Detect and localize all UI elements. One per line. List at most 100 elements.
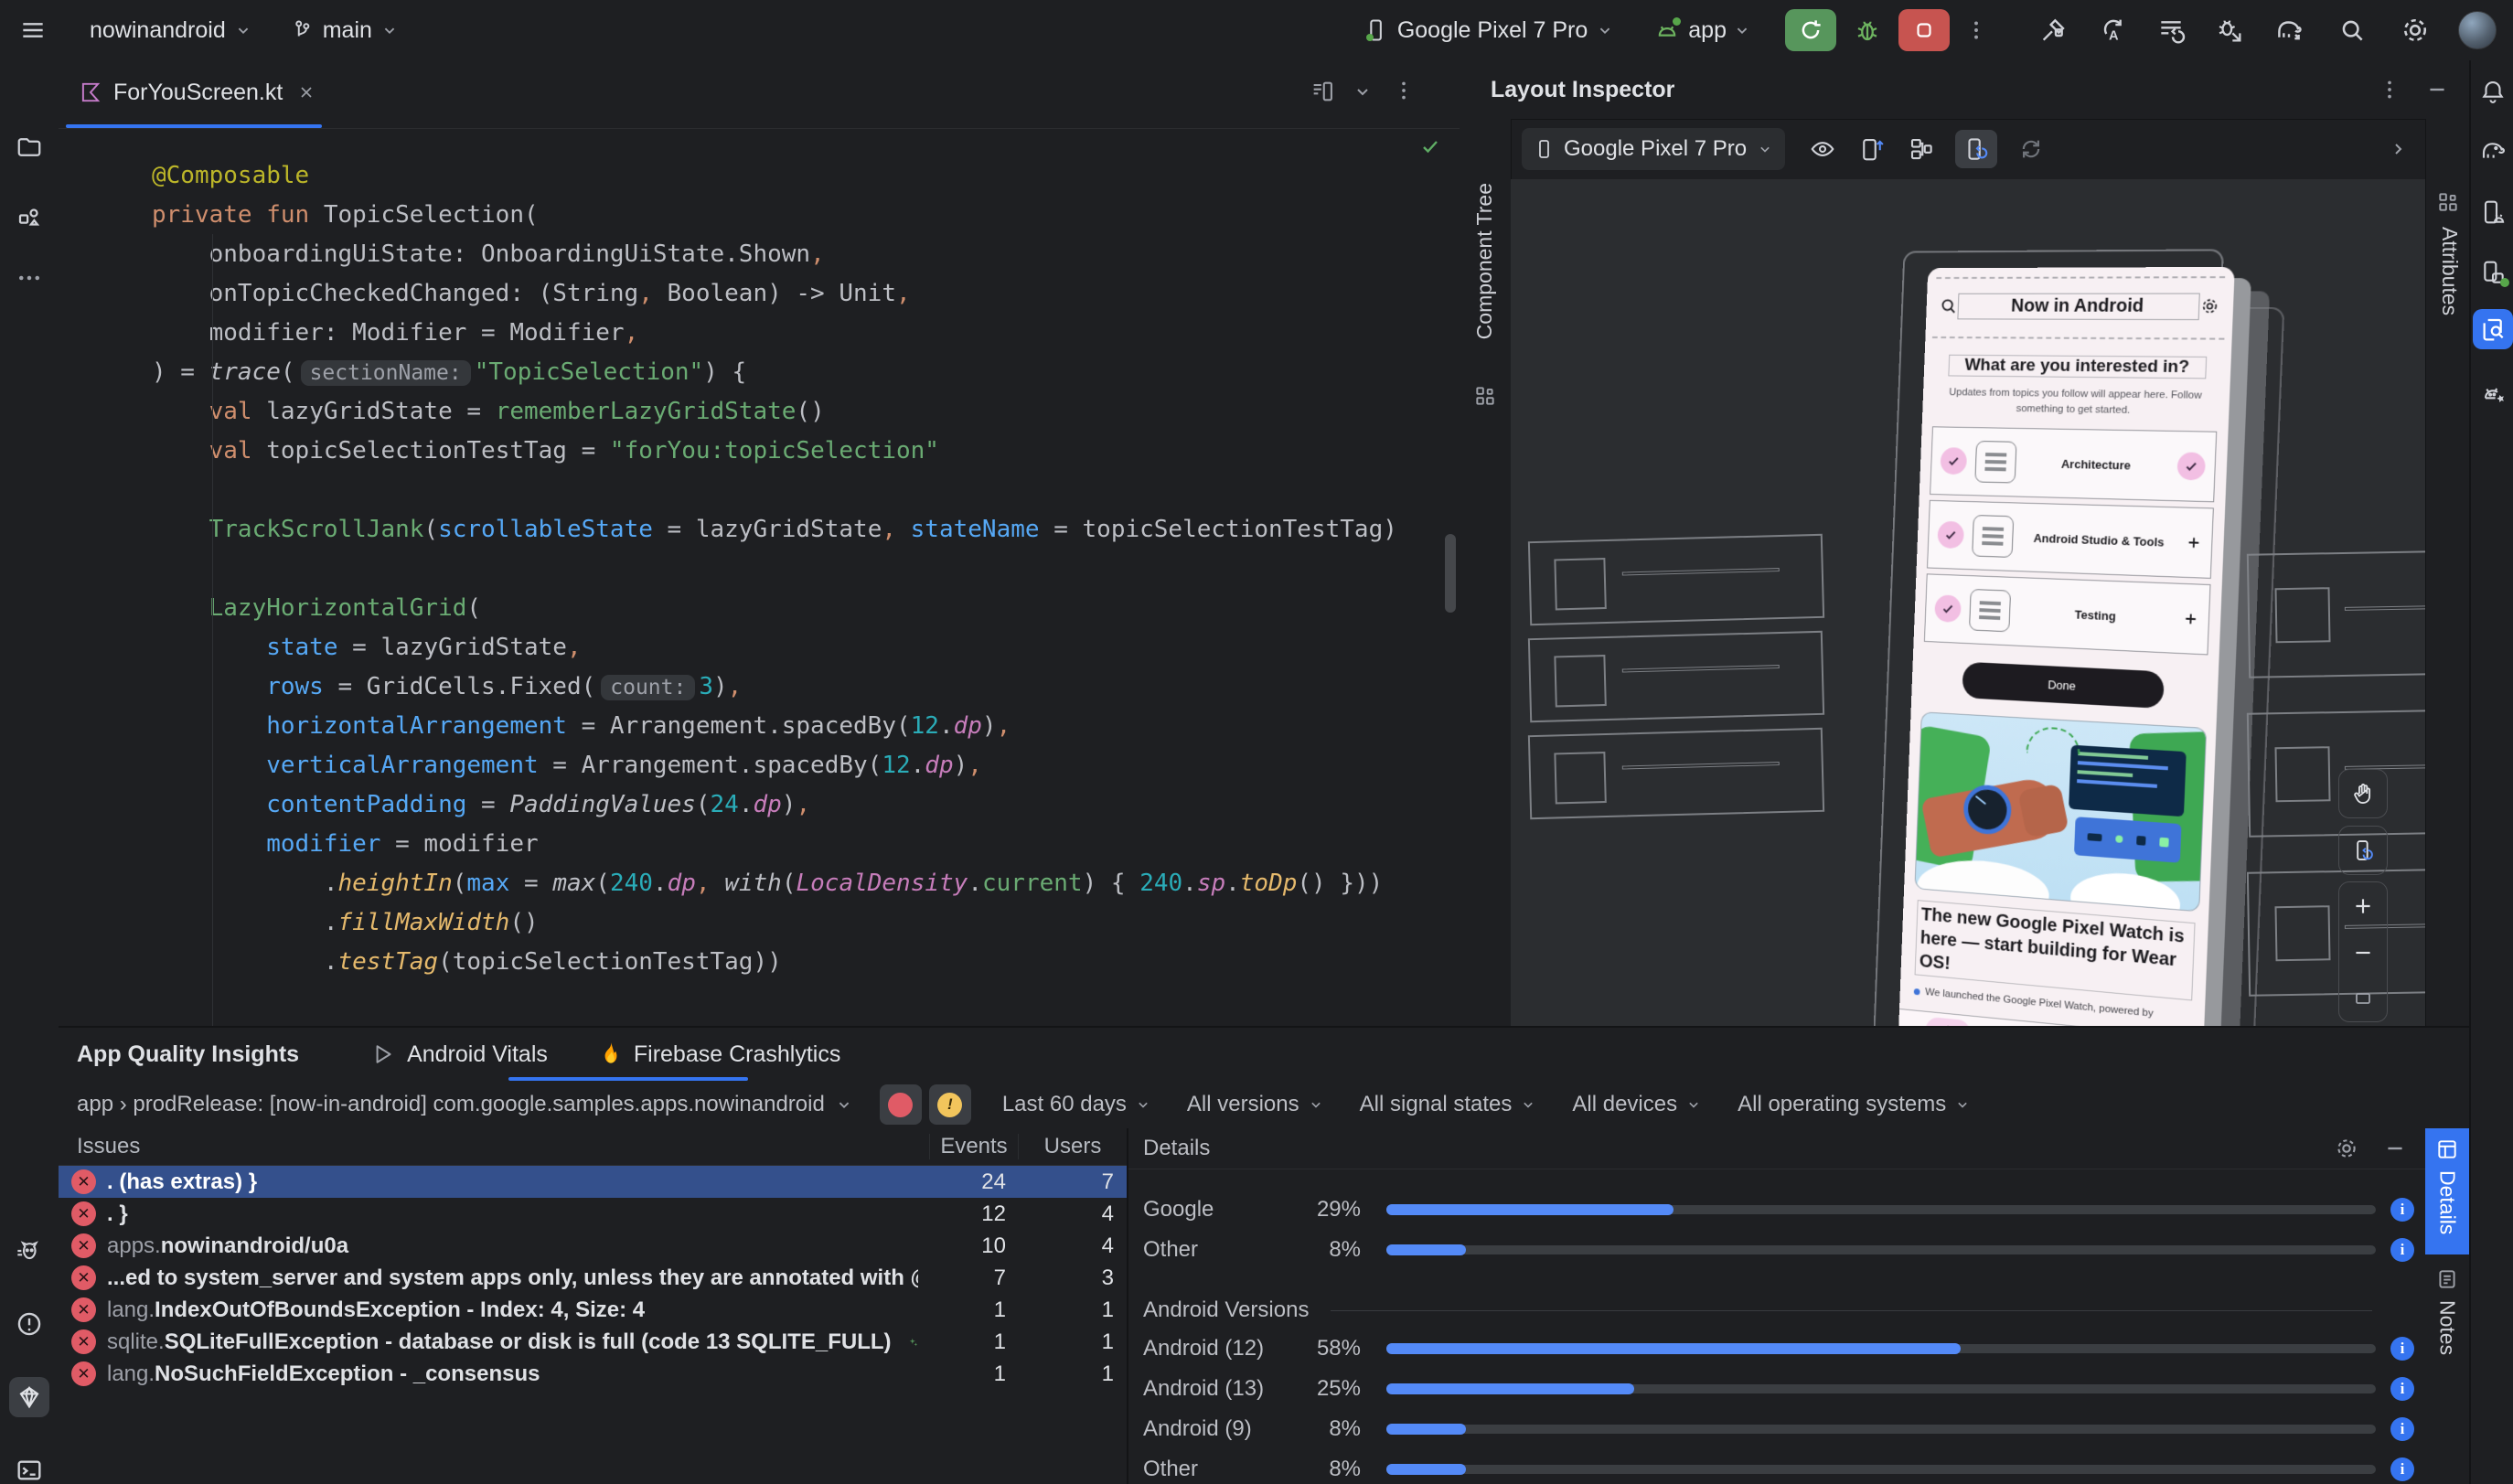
chevron-down-icon[interactable] — [834, 1094, 854, 1115]
topic-checked-icon[interactable] — [2176, 452, 2207, 481]
code-line[interactable]: verticalArrangement = Arrangement.spaced… — [152, 746, 1397, 785]
chevron-down-icon[interactable] — [233, 20, 253, 40]
logcat-tool-icon[interactable] — [9, 1231, 49, 1271]
tab-android-vitals[interactable]: Android Vitals — [370, 1041, 548, 1068]
snapshot-export-icon[interactable] — [1858, 135, 1886, 163]
panel-options-kebab-icon[interactable] — [2378, 78, 2401, 101]
info-icon[interactable]: i — [2390, 1417, 2414, 1441]
filter-dropdown[interactable]: Last 60 days — [1002, 1092, 1152, 1117]
attributes-tab[interactable]: Attributes — [2425, 119, 2470, 1026]
code-line[interactable]: @Composable — [152, 156, 1397, 196]
topic-checked-icon[interactable] — [1934, 594, 1962, 624]
chevron-down-icon[interactable] — [380, 20, 400, 40]
device-selector[interactable]: Google Pixel 7 Pro — [1397, 17, 1588, 44]
done-button[interactable]: Done — [1962, 661, 2165, 710]
details-minimize-icon[interactable] — [2383, 1137, 2407, 1160]
topic-checked-icon[interactable] — [1937, 520, 1965, 550]
code-line[interactable] — [152, 471, 1397, 510]
tab-firebase-crashlytics[interactable]: Firebase Crashlytics — [599, 1041, 840, 1068]
expand-chevron-right-icon[interactable] — [2387, 138, 2409, 160]
filter-dropdown[interactable]: All operating systems — [1738, 1092, 1972, 1117]
run-config-selector[interactable]: app — [1688, 17, 1727, 44]
branch-selector[interactable]: main — [323, 17, 372, 44]
editor-options-kebab-icon[interactable] — [1392, 79, 1416, 102]
issue-row[interactable]: ✕ ...ed to system_server and system apps … — [59, 1262, 1127, 1294]
apply-changes-restart-icon[interactable] — [2156, 16, 2186, 45]
code-line[interactable]: state = lazyGridState, — [152, 628, 1397, 667]
code-line[interactable] — [152, 550, 1397, 589]
problems-tool-icon[interactable] — [9, 1304, 49, 1344]
topic-add-icon[interactable] — [2185, 534, 2202, 551]
editor-scrollbar[interactable] — [1445, 534, 1456, 613]
device-manager-icon[interactable] — [2473, 192, 2513, 232]
info-icon[interactable]: i — [2390, 1457, 2414, 1481]
topic-row[interactable]: Architecture — [1930, 426, 2218, 503]
user-avatar[interactable] — [2458, 11, 2497, 49]
project-tool-icon[interactable] — [9, 127, 49, 167]
filter-dropdown[interactable]: All signal states — [1360, 1092, 1538, 1117]
col-users[interactable]: Users — [1018, 1134, 1127, 1159]
fatal-filter-toggle[interactable] — [879, 1084, 922, 1125]
code-line[interactable]: .testTag(topicSelectionTestTag)) — [152, 943, 1397, 982]
chevron-down-icon[interactable] — [1732, 20, 1752, 40]
filter-dropdown[interactable]: All versions — [1187, 1092, 1325, 1117]
col-events[interactable]: Events — [929, 1134, 1018, 1159]
code-line[interactable]: private fun TopicSelection( — [152, 196, 1397, 235]
hamburger-menu-icon[interactable] — [18, 16, 48, 45]
details-settings-gear-icon[interactable] — [2334, 1136, 2359, 1161]
zoom-in-button[interactable] — [2351, 894, 2375, 918]
code-content[interactable]: @Composable private fun TopicSelection( o… — [152, 156, 1397, 982]
minimize-panel-icon[interactable] — [2425, 78, 2449, 101]
refresh-icon[interactable] — [2017, 135, 2045, 163]
issue-row[interactable]: ✕ lang. NoSuchFieldException - _consensus 1… — [59, 1358, 1127, 1390]
code-line[interactable]: onTopicCheckedChanged: (String, Boolean)… — [152, 274, 1397, 314]
issue-row[interactable]: ✕. (has extras) } 24 7 — [59, 1166, 1127, 1198]
code-line[interactable]: contentPadding = PaddingValues(24.dp), — [152, 785, 1397, 825]
editor-tab-foryouscreen[interactable]: ForYouScreen.kt — [79, 60, 315, 124]
inspection-ok-check-icon[interactable] — [1419, 135, 1441, 157]
more-actions-kebab-icon[interactable] — [1964, 18, 1988, 42]
info-icon[interactable]: i — [2390, 1337, 2414, 1361]
code-line[interactable]: .fillMaxWidth() — [152, 903, 1397, 943]
layout-inspector-tool-icon[interactable] — [2473, 309, 2513, 349]
filter-dropdown[interactable]: All devices — [1572, 1092, 1703, 1117]
topic-checked-icon[interactable] — [1940, 447, 1968, 475]
info-icon[interactable]: i — [2390, 1377, 2414, 1401]
live-updates-toggle-icon[interactable] — [1955, 130, 1998, 168]
app-insights-crash-icon[interactable] — [2473, 373, 2513, 413]
gradle-tool-icon[interactable] — [2473, 132, 2513, 172]
non-fatal-filter-toggle[interactable]: ! — [928, 1084, 971, 1125]
info-icon[interactable]: i — [2390, 1238, 2414, 1262]
search-everywhere-icon[interactable] — [2337, 16, 2367, 45]
apply-code-changes-icon[interactable]: A — [2098, 16, 2127, 45]
more-tool-windows-icon[interactable] — [9, 258, 49, 298]
app-quality-insights-tool-icon[interactable] — [9, 1377, 49, 1417]
issue-row[interactable]: ✕ apps. nowinandroid/u0a 10 4 — [59, 1230, 1127, 1262]
inspector-device-selector[interactable]: Google Pixel 7 Pro — [1522, 128, 1786, 170]
topic-row[interactable]: Testing — [1923, 573, 2211, 656]
component-tree-tab[interactable]: Component Tree — [1460, 119, 1512, 1026]
attach-debugger-icon[interactable] — [2215, 16, 2244, 45]
terminal-tool-icon[interactable] — [9, 1450, 49, 1484]
nav-item-saved[interactable]: Saved — [1996, 1019, 2100, 1026]
code-line[interactable]: LazyHorizontalGrid( — [152, 589, 1397, 628]
code-line[interactable]: TrackScrollJank(scrollableState = lazyGr… — [152, 510, 1397, 550]
code-line[interactable]: val lazyGridState = rememberLazyGridStat… — [152, 392, 1397, 432]
issue-row[interactable]: ✕. } 12 4 — [59, 1198, 1127, 1230]
details-vertical-tab[interactable]: Details — [2425, 1128, 2469, 1254]
zoom-fit-button[interactable] — [2352, 988, 2374, 1009]
layer-tree-icon[interactable] — [1908, 135, 1935, 163]
stop-button[interactable] — [1898, 9, 1950, 51]
build-hammer-icon[interactable] — [2039, 16, 2069, 45]
code-line[interactable]: val topicSelectionTestTag = "forYou:topi… — [152, 432, 1397, 471]
debug-button[interactable] — [1853, 16, 1882, 45]
issue-row[interactable]: ✕ sqlite. SQLiteFullException - database o… — [59, 1326, 1127, 1358]
code-line[interactable]: modifier: Modifier = Modifier, — [152, 314, 1397, 353]
gradle-sync-icon[interactable] — [2273, 15, 2304, 46]
code-line[interactable]: horizontalArrangement = Arrangement.spac… — [152, 707, 1397, 746]
layout-inspector-canvas[interactable]: Now in Android What are you interested i… — [1511, 179, 2425, 1026]
settings-gear-icon[interactable] — [2400, 15, 2431, 46]
info-icon[interactable]: i — [2390, 1198, 2414, 1222]
close-tab-icon[interactable] — [297, 83, 315, 101]
code-line[interactable]: modifier = modifier — [152, 825, 1397, 864]
